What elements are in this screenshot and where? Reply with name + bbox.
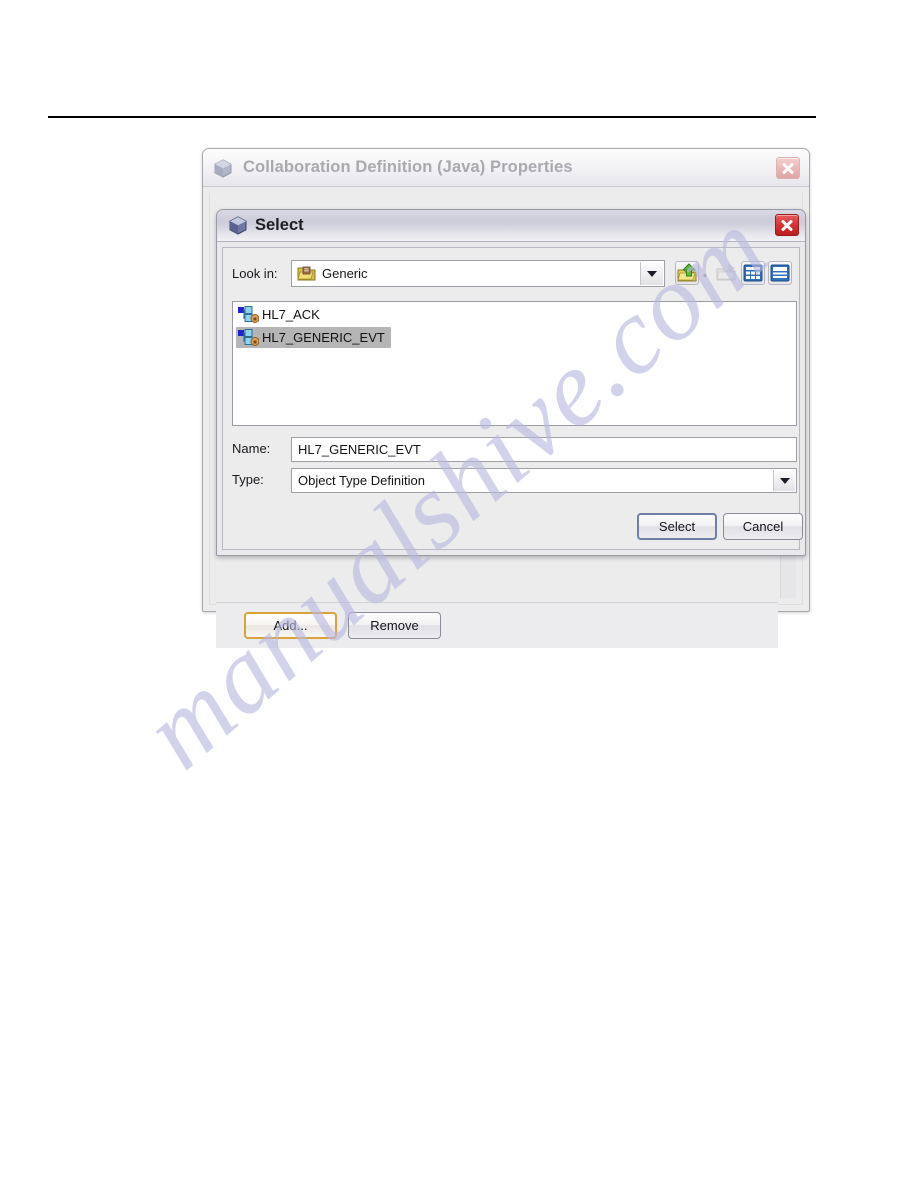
background-dialog-titlebar[interactable]: Collaboration Definition (Java) Properti…: [203, 149, 809, 187]
list-item[interactable]: HL7_ACK: [236, 304, 326, 325]
type-row: Type: Object Type Definition: [223, 468, 799, 493]
look-in-row: Look in: Generic •: [223, 260, 799, 288]
list-item-label: HL7_GENERIC_EVT: [262, 330, 385, 345]
select-dialog-titlebar[interactable]: Select: [217, 210, 805, 242]
name-label: Name:: [232, 441, 271, 456]
look-in-combobox[interactable]: Generic: [291, 260, 665, 287]
select-button[interactable]: Select: [637, 513, 717, 540]
list-view-icon[interactable]: [741, 261, 765, 285]
type-value: Object Type Definition: [298, 473, 425, 488]
object-list[interactable]: HL7_ACK HL7_GENERIC_EVT: [232, 301, 797, 426]
page-horizontal-rule: [48, 116, 816, 118]
list-row: HL7_ACK: [233, 302, 796, 325]
select-dialog: Select Look in: Generic • HL7_ACK HL7_GE…: [216, 209, 806, 556]
list-item-label: HL7_ACK: [262, 307, 320, 322]
add-button[interactable]: Add...: [244, 612, 337, 639]
select-dialog-title: Select: [255, 216, 304, 234]
look-in-label: Look in:: [232, 266, 278, 281]
select-dialog-content: Look in: Generic • HL7_ACK HL7_GENERIC_E…: [222, 247, 803, 550]
type-dropdown-arrow[interactable]: [773, 470, 795, 491]
remove-button[interactable]: Remove: [348, 612, 441, 639]
name-value: HL7_GENERIC_EVT: [298, 442, 421, 457]
object-type-definition-icon: [238, 306, 260, 323]
name-input[interactable]: HL7_GENERIC_EVT: [291, 437, 797, 462]
close-icon[interactable]: [776, 157, 800, 179]
new-folder-icon: [714, 261, 738, 285]
type-label: Type:: [232, 472, 264, 487]
background-dialog-title: Collaboration Definition (Java) Properti…: [243, 158, 573, 176]
folder-icon: [297, 265, 316, 282]
type-combobox[interactable]: Object Type Definition: [291, 468, 797, 493]
cube-icon: [229, 216, 247, 235]
name-row: Name: HL7_GENERIC_EVT: [223, 437, 799, 462]
list-row: HL7_GENERIC_EVT: [233, 325, 796, 348]
details-view-icon[interactable]: [768, 261, 792, 285]
up-one-level-icon[interactable]: [675, 261, 699, 285]
cube-icon: [214, 159, 232, 178]
cancel-button[interactable]: Cancel: [723, 513, 803, 540]
list-item-selected[interactable]: HL7_GENERIC_EVT: [236, 327, 391, 348]
look-in-dropdown-arrow[interactable]: [640, 262, 663, 285]
look-in-value: Generic: [322, 266, 368, 281]
close-icon[interactable]: [775, 214, 799, 236]
background-dialog-button-strip: Add... Remove: [216, 602, 778, 648]
separator-dot: •: [703, 270, 707, 282]
object-type-definition-icon: [238, 329, 260, 346]
